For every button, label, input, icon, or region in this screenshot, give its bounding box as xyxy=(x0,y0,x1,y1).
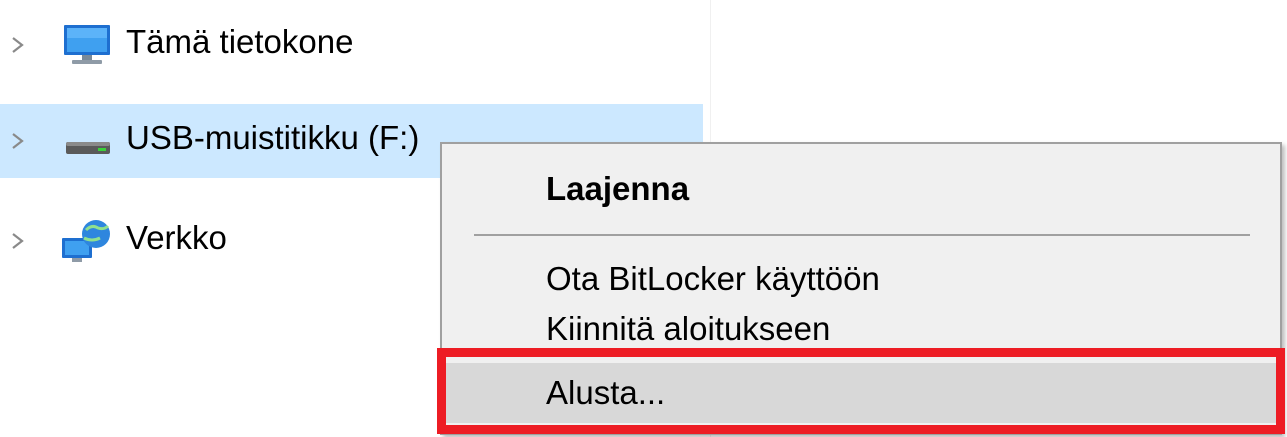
file-explorer-window: Tämä tietokone USB-muistitikku (F:) Verk… xyxy=(0,0,1287,437)
chevron-right-icon[interactable] xyxy=(8,126,28,156)
computer-icon xyxy=(64,25,110,64)
menu-item-enable-bitlocker[interactable]: Ota BitLocker käyttöön xyxy=(442,256,1280,302)
usb-drive-icon xyxy=(66,142,110,154)
chevron-right-icon[interactable] xyxy=(8,30,28,60)
menu-item-pin-to-start[interactable]: Kiinnitä aloitukseen xyxy=(442,306,1280,352)
tree-item-label: Tämä tietokone xyxy=(126,23,354,60)
menu-separator xyxy=(474,234,1250,236)
tree-item-label: USB-muistitikku (F:) xyxy=(126,119,420,156)
tree-item-this-pc[interactable]: Tämä tietokone xyxy=(0,8,703,82)
context-menu: Laajenna Ota BitLocker käyttöön Kiinnitä… xyxy=(440,142,1282,435)
chevron-right-icon[interactable] xyxy=(8,226,28,256)
tree-item-label: Verkko xyxy=(126,219,227,256)
menu-item-format[interactable]: Alusta... xyxy=(442,363,1280,423)
network-icon xyxy=(62,220,110,262)
menu-item-label: Alusta... xyxy=(546,374,666,411)
menu-item-expand[interactable]: Laajenna xyxy=(442,166,1280,212)
menu-item-label: Kiinnitä aloitukseen xyxy=(546,310,831,347)
menu-item-label: Ota BitLocker käyttöön xyxy=(546,260,880,297)
menu-item-label: Laajenna xyxy=(546,170,690,207)
